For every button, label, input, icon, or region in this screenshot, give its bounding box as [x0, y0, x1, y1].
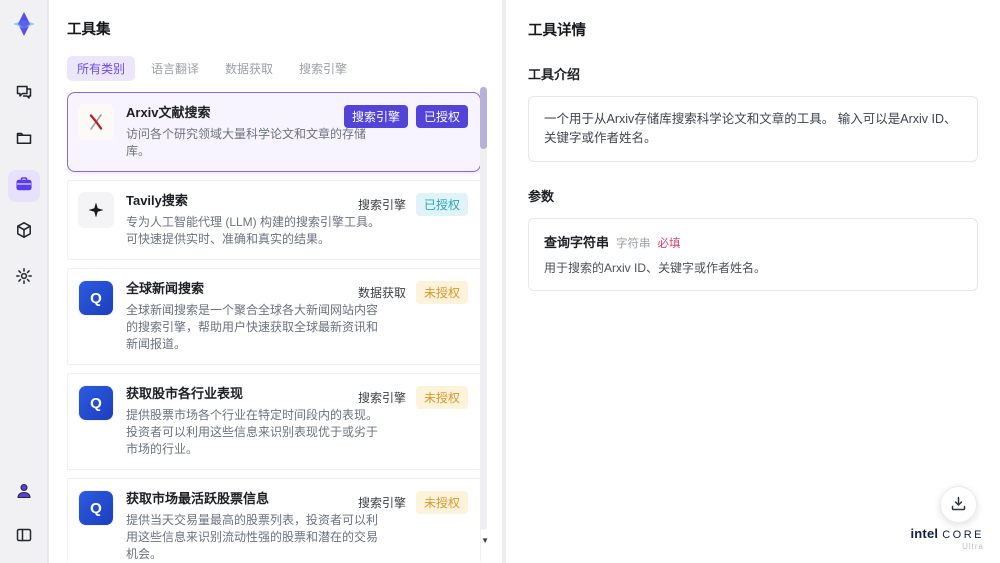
arxiv-logo-icon: [78, 104, 114, 140]
tool-card[interactable]: Q 获取市场最活跃股票信息提供当天交易量最高的股票列表，投资者可以利用这些信息来识…: [67, 478, 481, 562]
ultra-wordmark: Ultra: [962, 542, 984, 551]
sidebar-item-settings[interactable]: [8, 262, 40, 294]
sidebar-item-tools[interactable]: [7, 170, 40, 202]
param-name: 查询字符串: [544, 235, 610, 250]
sidebar-toggle-icon: [15, 526, 33, 549]
tool-card[interactable]: Q 获取股市各行业表现提供股票市场各个行业在特定时间段内的表现。投资者可以利用这些…: [67, 373, 481, 470]
tab-category-2[interactable]: 数据获取: [215, 56, 283, 81]
tool-list-panel: 工具集 所有类别 语言翻译 数据获取 搜索引擎 Arxiv文献搜索 访问各个研究领域大量…: [49, 0, 502, 563]
tool-card-tags: 搜索引擎 已授权: [343, 105, 468, 128]
intro-text: 一个用于从Arxiv存储库搜索科学论文和文章的工具。 输入可以是Arxiv ID…: [544, 112, 957, 145]
download-icon: [950, 495, 967, 515]
tool-description: 提供股票市场各个行业在特定时间段内的表现。投资者可以利用这些信息来识别表现优于或…: [126, 408, 379, 456]
tool-name: Tavily搜索: [126, 193, 188, 208]
param-header: 查询字符串 字符串 必填: [544, 232, 962, 251]
param-type: 字符串: [616, 238, 651, 250]
user-icon: [15, 482, 33, 505]
app-root: 工具集 所有类别 语言翻译 数据获取 搜索引擎 Arxiv文献搜索 访问各个研究领域大量…: [0, 0, 1000, 563]
news-search-icon: Q: [79, 386, 113, 420]
tool-card-tags: 搜索引擎 已授权: [358, 193, 468, 216]
intro-box: 一个用于从Arxiv存储库搜索科学论文和文章的工具。 输入可以是Arxiv ID…: [528, 96, 978, 162]
tool-card[interactable]: Q 全球新闻搜索全球新闻搜索是一个聚合全球各大新闻网站内容的搜索引擎，帮助用户快速…: [67, 268, 481, 365]
intro-heading: 工具介绍: [528, 67, 581, 82]
app-logo-icon[interactable]: [8, 8, 40, 40]
detail-title: 工具详情: [528, 23, 586, 39]
tool-description: 全球新闻搜索是一个聚合全球各大新闻网站内容的搜索引擎，帮助用户快速获取全球最新资…: [126, 303, 379, 351]
tool-description: 访问各个研究领域大量科学论文和文章的存储库。: [126, 127, 367, 158]
chat-icon: [15, 83, 33, 106]
sidebar-item-user[interactable]: [8, 477, 40, 509]
tab-all-categories[interactable]: 所有类别: [67, 56, 136, 81]
news-search-icon: Q: [78, 280, 114, 316]
auth-status-badge: 未授权: [415, 281, 468, 304]
tool-name: 获取市场最活跃股票信息: [126, 491, 270, 506]
tool-card[interactable]: Tavily搜索专为人工智能代理 (LLM) 构建的搜索引擎工具。可快速提供实时…: [67, 180, 481, 260]
tool-card-tags: 搜索引擎 未授权: [358, 491, 468, 514]
list-scrollbar[interactable]: [480, 86, 487, 530]
category-badge: 搜索引擎: [343, 105, 408, 128]
tool-card-main: Tavily搜索专为人工智能代理 (LLM) 构建的搜索引擎工具。可快速提供实时…: [126, 192, 388, 248]
cube-icon: [15, 221, 33, 244]
gear-icon: [15, 267, 33, 290]
rail-bottom-items: [8, 477, 40, 553]
sidebar-item-panel[interactable]: [8, 521, 40, 553]
tool-card-tags: 搜索引擎 未授权: [358, 386, 468, 409]
briefcase-icon: [15, 175, 33, 198]
auth-status-badge: 已授权: [415, 193, 468, 216]
rail-nav-items: [7, 78, 40, 294]
category-label: 搜索引擎: [357, 198, 406, 212]
sidebar-item-files[interactable]: [8, 124, 40, 156]
intel-core-logo: intel CORE Ultra: [910, 526, 984, 551]
tool-description: 提供当天交易量最高的股票列表，投资者可以利用这些信息来识别流动性强的股票和潜在的…: [126, 513, 379, 561]
folder-icon: [15, 129, 33, 152]
scrollbar-thumb[interactable]: [480, 87, 487, 149]
news-search-icon: Q: [78, 490, 114, 526]
tool-card-main: 获取市场最活跃股票信息提供当天交易量最高的股票列表，投资者可以利用这些信息来识别…: [126, 490, 388, 562]
tool-card-main: 全球新闻搜索全球新闻搜索是一个聚合全球各大新闻网站内容的搜索引擎，帮助用户快速获…: [126, 280, 388, 353]
scroll-down-arrow-icon[interactable]: ▼: [481, 537, 489, 545]
auth-status-badge: 未授权: [415, 491, 468, 514]
tool-name: 全球新闻搜索: [126, 281, 205, 296]
tool-description: 专为人工智能代理 (LLM) 构建的搜索引擎工具。可快速提供实时、准确和真实的结…: [126, 215, 381, 246]
intel-wordmark: intel: [910, 526, 939, 541]
sidebar-item-models[interactable]: [8, 216, 40, 248]
auth-status-badge: 未授权: [415, 386, 468, 409]
news-search-icon: Q: [78, 385, 114, 421]
tool-card[interactable]: Arxiv文献搜索 访问各个研究领域大量科学论文和文章的存储库。 搜索引擎 已授权: [67, 92, 481, 172]
tool-card-list: Arxiv文献搜索 访问各个研究领域大量科学论文和文章的存储库。 搜索引擎 已授权 Ta…: [67, 92, 481, 562]
param-description: 用于搜索的Arxiv ID、关键字或作者姓名。: [544, 261, 767, 275]
sidebar-item-chat[interactable]: [8, 78, 40, 110]
tool-detail-panel: 工具详情 工具介绍 一个用于从Arxiv存储库搜索科学论文和文章的工具。 输入可…: [506, 0, 1000, 563]
news-search-icon: Q: [79, 491, 113, 525]
nav-rail: [0, 0, 48, 563]
tool-name: 获取股市各行业表现: [126, 386, 244, 401]
tool-card-main: 获取股市各行业表现提供股票市场各个行业在特定时间段内的表现。投资者可以利用这些信…: [126, 385, 388, 458]
params-box: 查询字符串 字符串 必填用于搜索的Arxiv ID、关键字或作者姓名。: [528, 218, 978, 291]
download-button[interactable]: [940, 486, 977, 523]
tab-category-1[interactable]: 语言翻译: [141, 56, 209, 81]
sparkle-icon: [78, 192, 114, 228]
core-wordmark: CORE: [942, 529, 984, 541]
page-title: 工具集: [67, 22, 111, 38]
auth-status-badge: 已授权: [415, 105, 468, 128]
tool-card-tags: 数据获取 未授权: [358, 281, 468, 304]
category-tabs: 所有类别 语言翻译 数据获取 搜索引擎: [67, 56, 502, 81]
tab-category-3[interactable]: 搜索引擎: [289, 56, 357, 81]
params-heading: 参数: [528, 189, 555, 204]
category-label: 搜索引擎: [357, 496, 406, 510]
param-required-flag: 必填: [657, 238, 681, 250]
category-label: 数据获取: [357, 286, 406, 300]
news-search-icon: Q: [79, 281, 113, 315]
category-label: 搜索引擎: [357, 391, 406, 405]
